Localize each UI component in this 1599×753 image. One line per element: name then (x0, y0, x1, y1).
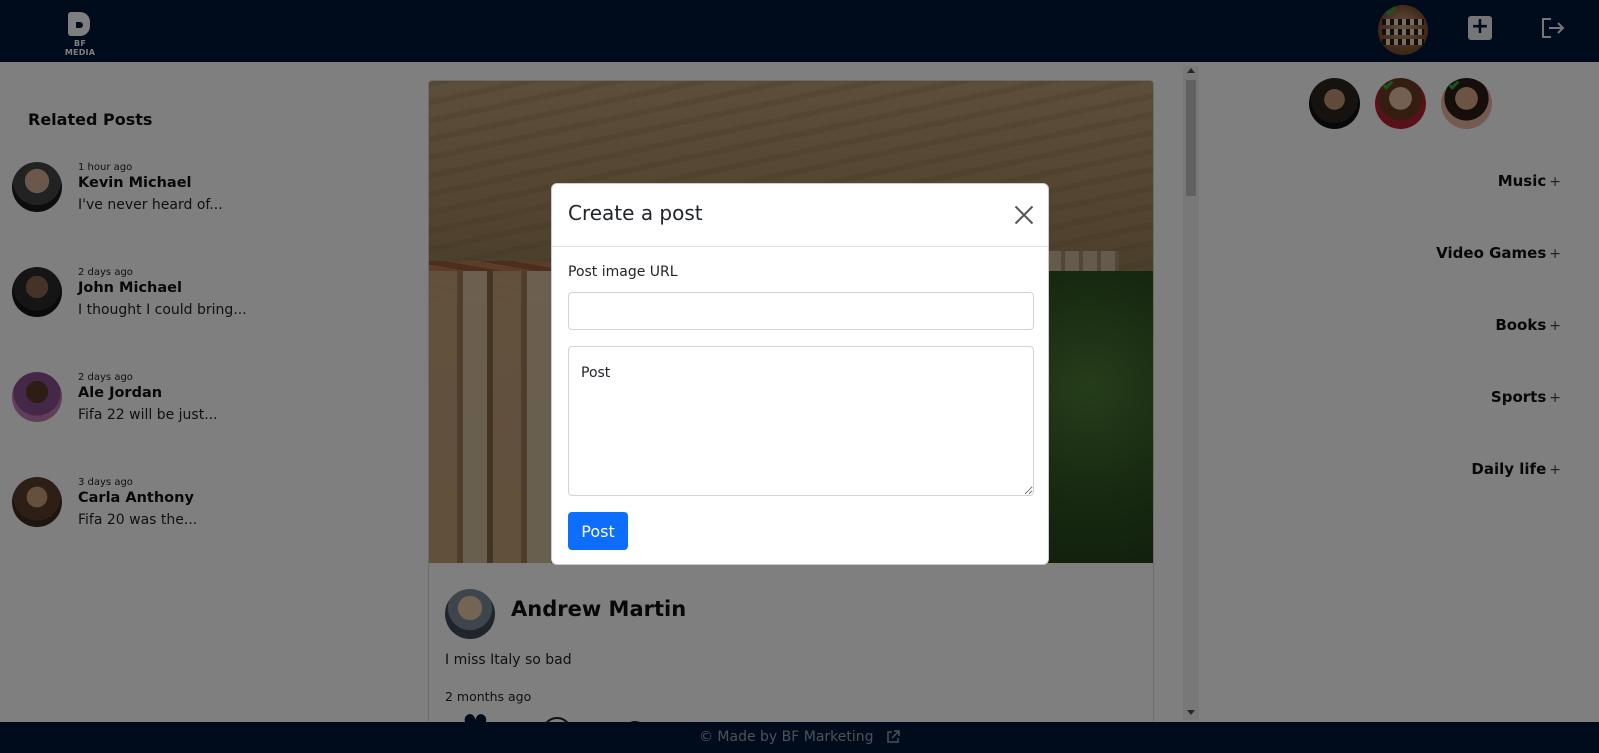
image-url-input[interactable] (568, 292, 1034, 330)
image-url-label: Post image URL (568, 264, 678, 280)
modal-title: Create a post (568, 201, 703, 225)
create-post-modal: Create a post Post image URL Post (551, 183, 1049, 565)
modal-header: Create a post (552, 184, 1048, 247)
post-textarea[interactable] (568, 346, 1034, 496)
submit-post-button[interactable]: Post (568, 512, 628, 550)
close-icon[interactable] (1014, 205, 1034, 225)
